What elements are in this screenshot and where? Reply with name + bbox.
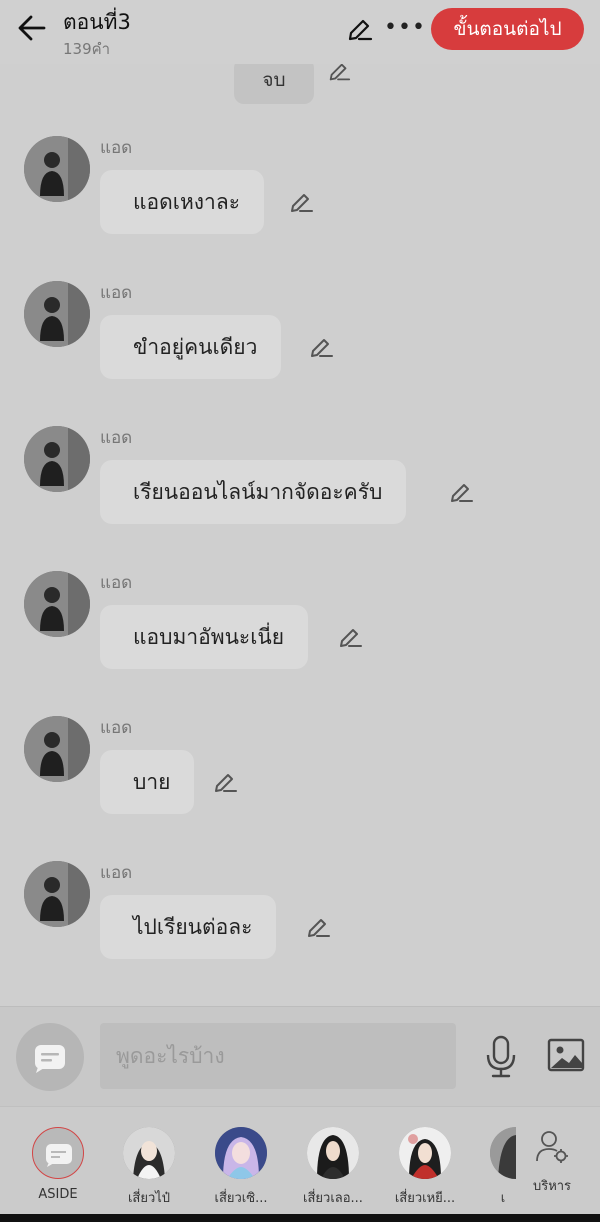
edit-pencil-icon[interactable] <box>288 190 314 216</box>
character-label: ASIDE <box>38 1187 78 1202</box>
character-label: เสี่ยวเลอ... <box>303 1191 363 1206</box>
avatar <box>123 1127 175 1179</box>
edit-pencil-icon[interactable] <box>327 64 351 84</box>
chat-message[interactable]: แอด ขำอยู่คนเดียว <box>0 273 600 418</box>
avatar[interactable] <box>24 426 90 492</box>
edit-pencil-icon[interactable] <box>345 16 373 44</box>
more-options-icon[interactable]: ••• <box>384 10 425 46</box>
character-label: เ <box>500 1191 506 1206</box>
avatar <box>215 1127 267 1179</box>
avatar[interactable] <box>24 571 90 637</box>
avatar-image <box>24 426 90 492</box>
system-nav-bar <box>0 1214 600 1222</box>
character-label: เสี่ยวเหยี... <box>394 1191 456 1206</box>
composer-bar <box>0 1006 600 1106</box>
avatar-image <box>24 281 90 347</box>
character-label: เสี่ยวเซิ... <box>214 1191 268 1206</box>
avatar-image <box>215 1127 267 1179</box>
avatar[interactable] <box>24 716 90 782</box>
avatar <box>307 1127 359 1179</box>
sender-name: แอด <box>100 283 133 303</box>
end-marker[interactable]: จบ <box>234 64 314 104</box>
sender-name: แอด <box>100 863 133 883</box>
aside-avatar <box>32 1127 84 1179</box>
avatar-image <box>24 136 90 202</box>
edit-pencil-icon[interactable] <box>448 480 474 506</box>
message-bubble[interactable]: ไปเรียนต่อละ <box>100 895 277 959</box>
edit-pencil-icon[interactable] <box>337 625 363 651</box>
edit-pencil-icon[interactable] <box>212 770 238 796</box>
sender-name: แอด <box>100 428 133 448</box>
character-item[interactable]: เสี่ยวไป๋ <box>109 1127 189 1208</box>
sender-name: แอด <box>100 718 133 738</box>
next-step-button[interactable]: ขั้นตอนต่อไป <box>431 8 584 50</box>
character-label: เสี่ยวไป๋ <box>127 1191 171 1206</box>
avatar[interactable] <box>24 136 90 202</box>
character-aside[interactable]: ASIDE <box>18 1127 98 1202</box>
message-bubble[interactable]: แอบมาอัพนะเนี่ย <box>100 605 309 669</box>
manage-button[interactable]: บริหาร <box>516 1129 588 1196</box>
character-bar: ASIDE เสี่ยวไป๋ เสี่ยวเซิ... เสี่ยวเลอ..… <box>0 1106 600 1214</box>
chat-message[interactable]: แอด แอดเหงาละ <box>0 128 600 273</box>
aside-toggle-button[interactable] <box>16 1023 84 1091</box>
sender-name: แอด <box>100 138 133 158</box>
user-settings-icon <box>536 1131 568 1163</box>
edit-pencil-icon[interactable] <box>305 915 331 941</box>
message-bubble[interactable]: เรียนออนไลน์มากจัดอะครับ <box>100 460 407 524</box>
message-bubble[interactable]: ขำอยู่คนเดียว <box>100 315 282 379</box>
character-item[interactable]: เ <box>476 1127 516 1208</box>
avatar-image <box>123 1127 175 1179</box>
edit-pencil-icon[interactable] <box>308 335 334 361</box>
sender-name: แอด <box>100 573 133 593</box>
message-bubble-icon <box>35 1045 65 1073</box>
avatar[interactable] <box>24 861 90 927</box>
character-item[interactable]: เสี่ยวเหยี... <box>385 1127 465 1208</box>
word-count: 139คำ <box>63 40 111 58</box>
avatar-image <box>24 571 90 637</box>
chat-message[interactable]: แอด ไปเรียนต่อละ <box>0 853 600 998</box>
avatar <box>490 1127 516 1179</box>
avatar[interactable] <box>24 281 90 347</box>
manage-label: บริหาร <box>532 1179 572 1194</box>
avatar <box>399 1127 451 1179</box>
chat-message[interactable]: แอด แอบมาอัพนะเนี่ย <box>0 563 600 708</box>
avatar-image <box>24 716 90 782</box>
chat-message[interactable]: แอด บาย <box>0 708 600 853</box>
page-title: ตอนที่3 <box>63 10 131 34</box>
chat-area[interactable]: จบ แอด แอดเหงาละ แอด ขำอยู่คนเดียว แอด เ… <box>0 64 600 1006</box>
character-item[interactable]: เสี่ยวเลอ... <box>293 1127 373 1208</box>
message-bubble[interactable]: แอดเหงาละ <box>100 170 264 234</box>
message-bubble-icon <box>46 1144 72 1167</box>
avatar-image <box>399 1127 451 1179</box>
message-input[interactable] <box>100 1023 456 1089</box>
character-item[interactable]: เสี่ยวเซิ... <box>201 1127 281 1208</box>
message-bubble[interactable]: บาย <box>100 750 195 814</box>
chat-message[interactable]: แอด เรียนออนไลน์มากจัดอะครับ <box>0 418 600 563</box>
avatar-image <box>490 1127 516 1179</box>
image-upload-icon[interactable] <box>547 1037 585 1073</box>
back-arrow-icon[interactable] <box>14 10 50 46</box>
top-bar: ตอนที่3 139คำ ••• ขั้นตอนต่อไป <box>0 0 600 64</box>
avatar-image <box>307 1127 359 1179</box>
microphone-icon[interactable] <box>484 1035 518 1079</box>
avatar-image <box>24 861 90 927</box>
